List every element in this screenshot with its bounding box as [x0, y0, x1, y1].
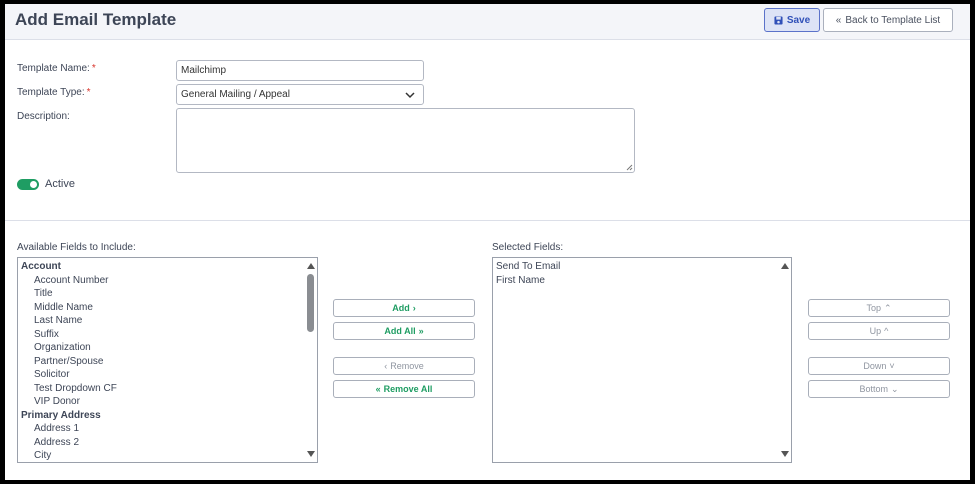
save-button-label: Save — [786, 14, 811, 26]
template-name-label: Template Name: * — [17, 63, 96, 74]
section-divider — [5, 220, 970, 221]
page-frame: Add Email Template Save « Back to Templa… — [5, 4, 970, 480]
available-scrollbar[interactable] — [305, 258, 317, 462]
selected-scrollbar[interactable] — [779, 258, 791, 462]
back-button-label: Back to Template List — [845, 14, 941, 26]
template-type-select[interactable]: General Mailing / Appeal — [176, 84, 424, 105]
list-item[interactable]: Partner/Spouse — [18, 355, 317, 369]
list-item[interactable]: Last Name — [18, 314, 317, 328]
chevron-left-icon: ‹ — [384, 361, 388, 371]
selected-fields-label: Selected Fields: — [492, 242, 564, 253]
scroll-thumb[interactable] — [307, 274, 314, 332]
chevron-right-icon: › — [412, 303, 416, 313]
required-marker: * — [86, 87, 91, 98]
scroll-down-arrow-icon[interactable] — [307, 451, 315, 457]
add-all-button[interactable]: Add All » — [333, 322, 475, 340]
page-header: Add Email Template Save « Back to Templa… — [5, 4, 970, 40]
double-chevron-left-icon: « — [375, 384, 381, 394]
chevron-up-icon: ^ — [884, 326, 889, 336]
double-chevron-up-icon: ⌃ — [883, 302, 892, 313]
list-item[interactable]: City — [18, 449, 317, 462]
scroll-up-arrow-icon[interactable] — [781, 263, 789, 269]
list-item[interactable]: Address 2 — [18, 436, 317, 450]
floppy-disk-icon — [774, 15, 783, 25]
resize-handle-icon[interactable] — [626, 164, 633, 171]
list-group-header: Primary Address — [21, 409, 101, 421]
list-item[interactable]: Address 1 — [18, 422, 317, 436]
double-chevron-left-icon: « — [835, 14, 842, 26]
description-label: Description: — [17, 111, 70, 122]
list-item[interactable]: First Name — [493, 274, 791, 288]
chevron-down-icon: ˅ — [889, 361, 895, 371]
back-to-template-list-button[interactable]: « Back to Template List — [823, 8, 953, 32]
toggle-knob — [30, 181, 37, 188]
selected-fields-listbox[interactable]: Send To Email First Name — [492, 257, 792, 463]
save-button[interactable]: Save — [764, 8, 820, 32]
remove-button[interactable]: ‹ Remove — [333, 357, 475, 375]
available-fields-label: Available Fields to Include: — [17, 242, 136, 253]
page-title: Add Email Template — [15, 10, 177, 29]
active-label: Active — [45, 178, 75, 190]
active-toggle[interactable] — [17, 179, 39, 190]
template-type-label: Template Type: * — [17, 87, 91, 98]
required-marker: * — [91, 63, 96, 74]
available-fields-listbox[interactable]: Account Account Number Title Middle Name Las… — [17, 257, 318, 463]
move-top-button[interactable]: Top ⌃ — [808, 299, 950, 317]
scroll-down-arrow-icon[interactable] — [781, 451, 789, 457]
list-item[interactable]: Organization — [18, 341, 317, 355]
move-bottom-button[interactable]: Bottom ⌄ — [808, 380, 950, 398]
list-item[interactable]: Send To Email — [493, 260, 791, 274]
template-name-input[interactable]: Mailchimp — [176, 60, 424, 81]
double-chevron-right-icon: » — [418, 326, 424, 336]
list-item[interactable]: Test Dropdown CF — [18, 382, 317, 396]
description-textarea[interactable] — [176, 108, 635, 173]
list-item[interactable]: Solicitor — [18, 368, 317, 382]
list-item[interactable]: Middle Name — [18, 301, 317, 315]
list-item[interactable]: VIP Donor — [18, 395, 317, 409]
move-down-button[interactable]: Down ˅ — [808, 357, 950, 375]
list-item[interactable]: Account Number — [18, 274, 317, 288]
add-button[interactable]: Add › — [333, 299, 475, 317]
list-item[interactable]: Suffix — [18, 328, 317, 342]
chevron-down-icon — [405, 92, 415, 99]
scroll-up-arrow-icon[interactable] — [307, 263, 315, 269]
list-item[interactable]: Title — [18, 287, 317, 301]
remove-all-button[interactable]: « Remove All — [333, 380, 475, 398]
move-up-button[interactable]: Up ^ — [808, 322, 950, 340]
double-chevron-down-icon: ⌄ — [890, 383, 899, 394]
list-group-header: Account — [21, 261, 61, 272]
